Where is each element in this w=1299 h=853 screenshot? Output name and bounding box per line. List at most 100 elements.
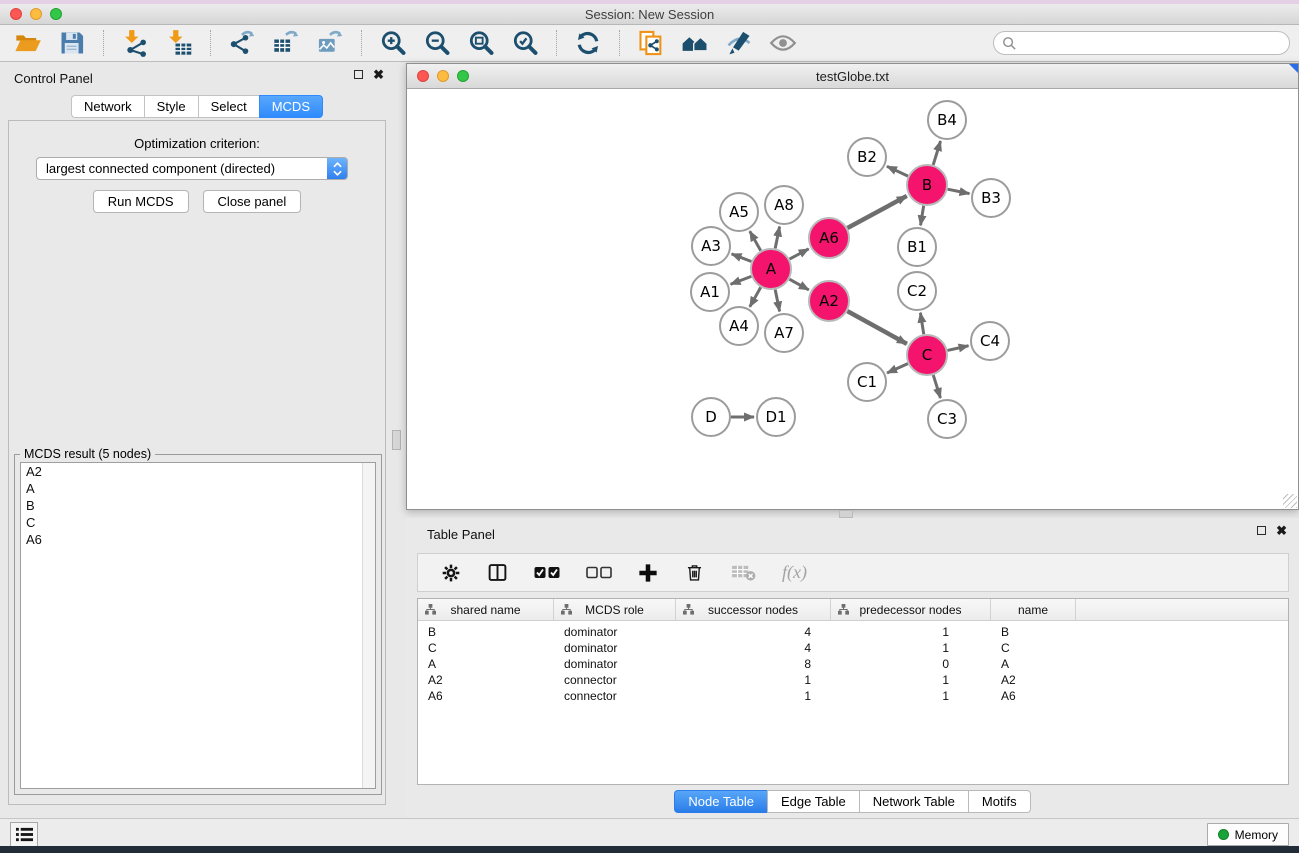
- graph-edge-B-B3[interactable]: [948, 189, 970, 193]
- graph-node-B2[interactable]: B2: [848, 138, 886, 176]
- open-session-button[interactable]: [6, 27, 50, 59]
- table-row-A[interactable]: Adominator80A: [418, 656, 1288, 672]
- network-canvas[interactable]: B4 B2 B B3 B1 A5A8A6 A3 A A1 C2 A4A7A2 C C4 C1 C3 D D1: [407, 89, 1298, 509]
- import-network-button[interactable]: [113, 27, 157, 59]
- table-row-B[interactable]: Bdominator41B: [418, 624, 1288, 640]
- graph-edge-B-B2[interactable]: [887, 166, 908, 176]
- graph-node-A[interactable]: A: [751, 249, 791, 289]
- graph-node-B1[interactable]: B1: [898, 228, 936, 266]
- graph-edge-A-A6[interactable]: [790, 249, 809, 259]
- graph-node-A3[interactable]: A3: [692, 227, 730, 265]
- search-field[interactable]: [993, 31, 1290, 55]
- graph-node-C[interactable]: C: [907, 335, 947, 375]
- import-table-button[interactable]: [157, 27, 201, 59]
- run-mcds-button[interactable]: Run MCDS: [93, 190, 189, 213]
- tab-edge-table[interactable]: Edge Table: [767, 790, 859, 813]
- search-input[interactable]: [1023, 36, 1281, 51]
- graph-edge-C-C2[interactable]: [920, 313, 923, 335]
- tab-style[interactable]: Style: [144, 95, 198, 118]
- column-header-predecessor-nodes[interactable]: predecessor nodes: [831, 599, 991, 620]
- graph-node-A1[interactable]: A1: [691, 273, 729, 311]
- table-row-C[interactable]: Cdominator41C: [418, 640, 1288, 656]
- result-item-A2[interactable]: A2: [21, 463, 375, 480]
- graph-node-C2[interactable]: C2: [898, 272, 936, 310]
- memory-button[interactable]: Memory: [1207, 823, 1289, 846]
- column-header-shared-name[interactable]: shared name: [418, 599, 554, 620]
- graph-node-D1[interactable]: D1: [757, 398, 795, 436]
- zoom-selected-button[interactable]: [503, 27, 547, 59]
- result-item-A[interactable]: A: [21, 480, 375, 497]
- graph-edge-A6-B[interactable]: [847, 196, 906, 228]
- deselect-all-button[interactable]: [573, 566, 625, 580]
- graph-edge-A-A7[interactable]: [775, 290, 779, 312]
- mcds-result-list[interactable]: A2ABCA6: [20, 462, 376, 789]
- horizontal-splitter-handle[interactable]: [839, 510, 853, 518]
- table-row-A6[interactable]: A6connector11A6: [418, 688, 1288, 704]
- result-item-B[interactable]: B: [21, 497, 375, 514]
- result-item-A6[interactable]: A6: [21, 531, 375, 548]
- graph-edge-C-C4[interactable]: [947, 346, 968, 351]
- close-panel-button[interactable]: Close panel: [203, 190, 302, 213]
- save-session-button[interactable]: [50, 27, 94, 59]
- graph-edge-A-A5[interactable]: [750, 231, 761, 251]
- graph-edge-A-A2[interactable]: [789, 279, 808, 290]
- show-columns-button[interactable]: [474, 562, 521, 583]
- clone-network-button[interactable]: [629, 27, 673, 59]
- window-resize-grip[interactable]: [1283, 494, 1297, 508]
- export-network-button[interactable]: [220, 27, 264, 59]
- select-all-button[interactable]: [521, 566, 573, 580]
- graph-node-C4[interactable]: C4: [971, 322, 1009, 360]
- float-panel-icon[interactable]: [354, 70, 363, 79]
- zoom-fit-button[interactable]: [459, 27, 503, 59]
- graph-node-A7[interactable]: A7: [765, 314, 803, 352]
- close-table-panel-icon[interactable]: ✖: [1276, 526, 1287, 535]
- graph-node-A6[interactable]: A6: [809, 218, 849, 258]
- refresh-layout-button[interactable]: [566, 27, 610, 59]
- zoom-in-button[interactable]: [371, 27, 415, 59]
- hide-graphics-details-button[interactable]: [717, 27, 761, 59]
- tab-mcds[interactable]: MCDS: [259, 95, 323, 118]
- graph-edge-A-A8[interactable]: [775, 227, 779, 249]
- table-row-A2[interactable]: A2connector11A2: [418, 672, 1288, 688]
- optimization-criterion-select[interactable]: largest connected component (directed): [36, 157, 348, 180]
- column-header-MCDS-role[interactable]: MCDS role: [554, 599, 676, 620]
- show-graphics-details-button[interactable]: [761, 27, 805, 59]
- tab-select[interactable]: Select: [198, 95, 259, 118]
- vertical-splitter-handle[interactable]: [392, 430, 401, 450]
- first-neighbors-button[interactable]: [673, 27, 717, 59]
- zoom-out-button[interactable]: [415, 27, 459, 59]
- create-column-button[interactable]: [625, 563, 671, 583]
- network-window-titlebar[interactable]: testGlobe.txt: [407, 64, 1298, 89]
- graph-edge-A-A1[interactable]: [731, 276, 752, 284]
- graph-node-A8[interactable]: A8: [765, 186, 803, 224]
- graph-edge-C-C3[interactable]: [933, 375, 940, 398]
- graph-node-C3[interactable]: C3: [928, 400, 966, 438]
- task-history-button[interactable]: [10, 822, 38, 847]
- column-header-name[interactable]: name: [991, 599, 1076, 620]
- table-mode-gear-button[interactable]: [428, 563, 474, 583]
- tab-network-table[interactable]: Network Table: [859, 790, 968, 813]
- export-table-button[interactable]: [264, 27, 308, 59]
- result-list-scrollbar[interactable]: [362, 463, 375, 788]
- export-image-button[interactable]: [308, 27, 352, 59]
- graph-edge-C-C1[interactable]: [887, 364, 908, 373]
- graph-edge-B-B1[interactable]: [921, 206, 924, 226]
- tab-motifs[interactable]: Motifs: [968, 790, 1031, 813]
- graph-node-B4[interactable]: B4: [928, 101, 966, 139]
- graph-node-A4[interactable]: A4: [720, 307, 758, 345]
- graph-edge-A-A3[interactable]: [732, 254, 752, 262]
- graph-node-C1[interactable]: C1: [848, 363, 886, 401]
- graph-edge-A-A4[interactable]: [750, 287, 761, 307]
- result-item-C[interactable]: C: [21, 514, 375, 531]
- float-table-panel-icon[interactable]: [1257, 526, 1266, 535]
- graph-node-A5[interactable]: A5: [720, 193, 758, 231]
- graph-node-A2[interactable]: A2: [809, 281, 849, 321]
- graph-node-B[interactable]: B: [907, 165, 947, 205]
- delete-columns-button[interactable]: [671, 562, 718, 583]
- graph-node-B3[interactable]: B3: [972, 179, 1010, 217]
- column-header-successor-nodes[interactable]: successor nodes: [676, 599, 831, 620]
- tab-network[interactable]: Network: [71, 95, 144, 118]
- close-panel-icon[interactable]: ✖: [373, 70, 384, 79]
- graph-edge-A2-C[interactable]: [847, 311, 906, 344]
- graph-node-D[interactable]: D: [692, 398, 730, 436]
